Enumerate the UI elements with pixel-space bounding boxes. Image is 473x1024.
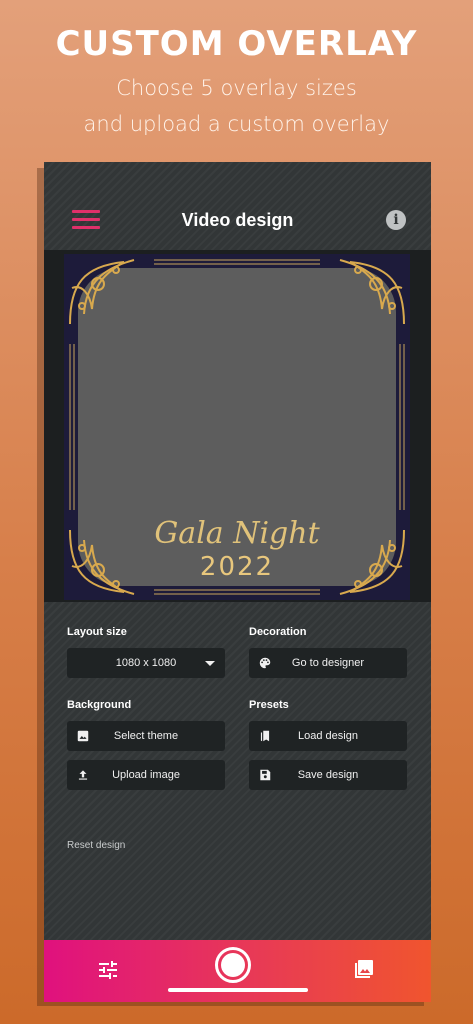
load-design-label: Load design bbox=[298, 730, 358, 742]
upload-image-button[interactable]: Upload image bbox=[67, 760, 225, 790]
reset-design-link[interactable]: Reset design bbox=[67, 840, 125, 851]
promo-subtitle-line-1: Choose 5 overlay sizes bbox=[116, 76, 357, 100]
go-to-designer-label: Go to designer bbox=[291, 657, 365, 669]
load-design-button[interactable]: Load design bbox=[249, 721, 407, 751]
phone-screen: Video design i Gala Night 2022 Layout si… bbox=[44, 162, 431, 1002]
layout-size-label: Layout size bbox=[67, 626, 127, 638]
corner-ornament-top-right bbox=[339, 259, 405, 325]
upload-image-label: Upload image bbox=[112, 769, 180, 781]
background-label: Background bbox=[67, 699, 132, 711]
layout-size-dropdown[interactable]: 1080 x 1080 bbox=[67, 648, 225, 678]
corner-ornament-top-left bbox=[69, 259, 135, 325]
bottom-nav-bar bbox=[44, 940, 431, 1002]
overlay-year-text: 2022 bbox=[199, 552, 275, 582]
video-preview: Gala Night 2022 bbox=[44, 250, 431, 602]
select-theme-label: Select theme bbox=[113, 730, 179, 742]
chevron-down-icon bbox=[205, 661, 215, 666]
save-design-button[interactable]: Save design bbox=[249, 760, 407, 790]
layout-size-value: 1080 x 1080 bbox=[115, 657, 177, 669]
save-design-label: Save design bbox=[297, 769, 359, 781]
overlay-script-text: Gala Night bbox=[154, 516, 320, 551]
promo-title: CUSTOM OVERLAY bbox=[55, 24, 418, 64]
info-icon[interactable]: i bbox=[386, 210, 406, 230]
presets-label: Presets bbox=[249, 699, 289, 711]
overlay-frame: Gala Night 2022 bbox=[64, 254, 410, 600]
promo-subtitle-line-2: and upload a custom overlay bbox=[83, 112, 390, 136]
select-theme-button[interactable]: Select theme bbox=[67, 721, 225, 751]
tune-icon[interactable] bbox=[96, 958, 120, 982]
decoration-label: Decoration bbox=[249, 626, 307, 638]
gallery-icon[interactable] bbox=[352, 957, 376, 981]
home-indicator bbox=[168, 988, 308, 992]
app-bar: Video design i bbox=[44, 162, 431, 250]
record-button[interactable] bbox=[215, 947, 251, 983]
go-to-designer-button[interactable]: Go to designer bbox=[249, 648, 407, 678]
app-title: Video design bbox=[181, 210, 294, 230]
